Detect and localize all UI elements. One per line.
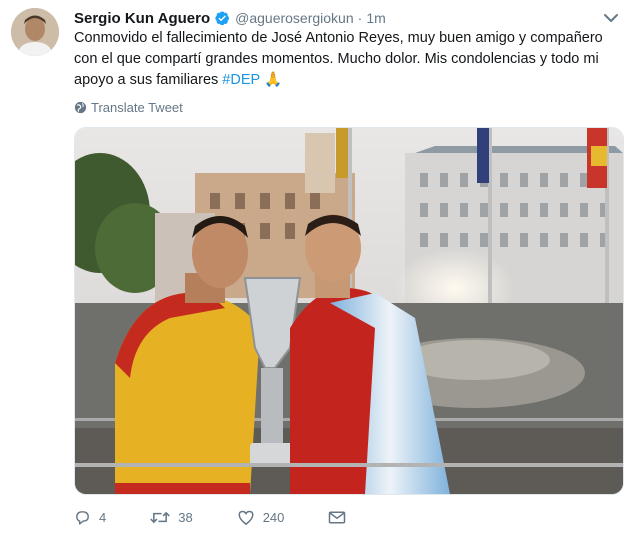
chevron-down-icon[interactable] bbox=[602, 9, 620, 27]
direct-message-button[interactable] bbox=[328, 510, 354, 525]
tweet-text: Conmovido el fallecimiento de José Anton… bbox=[74, 28, 614, 91]
avatar[interactable] bbox=[11, 8, 59, 56]
retweet-button[interactable]: 38 bbox=[150, 509, 193, 526]
tweet-actions: 4 38 240 bbox=[74, 507, 398, 527]
tweet-card[interactable]: Sergio Kun Aguero @aguerosergiokun · 1m … bbox=[0, 0, 634, 533]
translate-label: Translate Tweet bbox=[91, 99, 183, 115]
tweet-timestamp[interactable]: 1m bbox=[366, 10, 385, 26]
tweet-header: Sergio Kun Aguero @aguerosergiokun · 1m bbox=[74, 8, 620, 28]
pray-emoji: 🙏 bbox=[263, 72, 283, 88]
message-icon bbox=[329, 511, 346, 523]
reply-icon bbox=[76, 510, 89, 525]
translate-tweet-link[interactable]: Translate Tweet bbox=[74, 99, 183, 115]
reply-count: 4 bbox=[99, 509, 107, 525]
globe-icon bbox=[74, 101, 87, 113]
meta-separator: · bbox=[357, 10, 363, 26]
hashtag-link[interactable]: #DEP bbox=[222, 72, 260, 88]
author-display-name[interactable]: Sergio Kun Aguero bbox=[74, 10, 210, 27]
avatar-image bbox=[11, 8, 59, 56]
verified-badge-icon bbox=[214, 10, 230, 26]
tweet-body: Conmovido el fallecimiento de José Anton… bbox=[74, 30, 603, 88]
tweet-photo[interactable] bbox=[74, 127, 624, 495]
retweet-count: 38 bbox=[178, 509, 193, 525]
like-icon bbox=[238, 510, 254, 525]
like-button[interactable]: 240 bbox=[237, 509, 285, 526]
reply-button[interactable]: 4 bbox=[74, 509, 106, 526]
like-count: 240 bbox=[262, 509, 285, 525]
retweet-icon bbox=[150, 511, 171, 523]
author-handle[interactable]: @aguerosergiokun bbox=[235, 10, 354, 26]
photo-image bbox=[75, 128, 623, 494]
